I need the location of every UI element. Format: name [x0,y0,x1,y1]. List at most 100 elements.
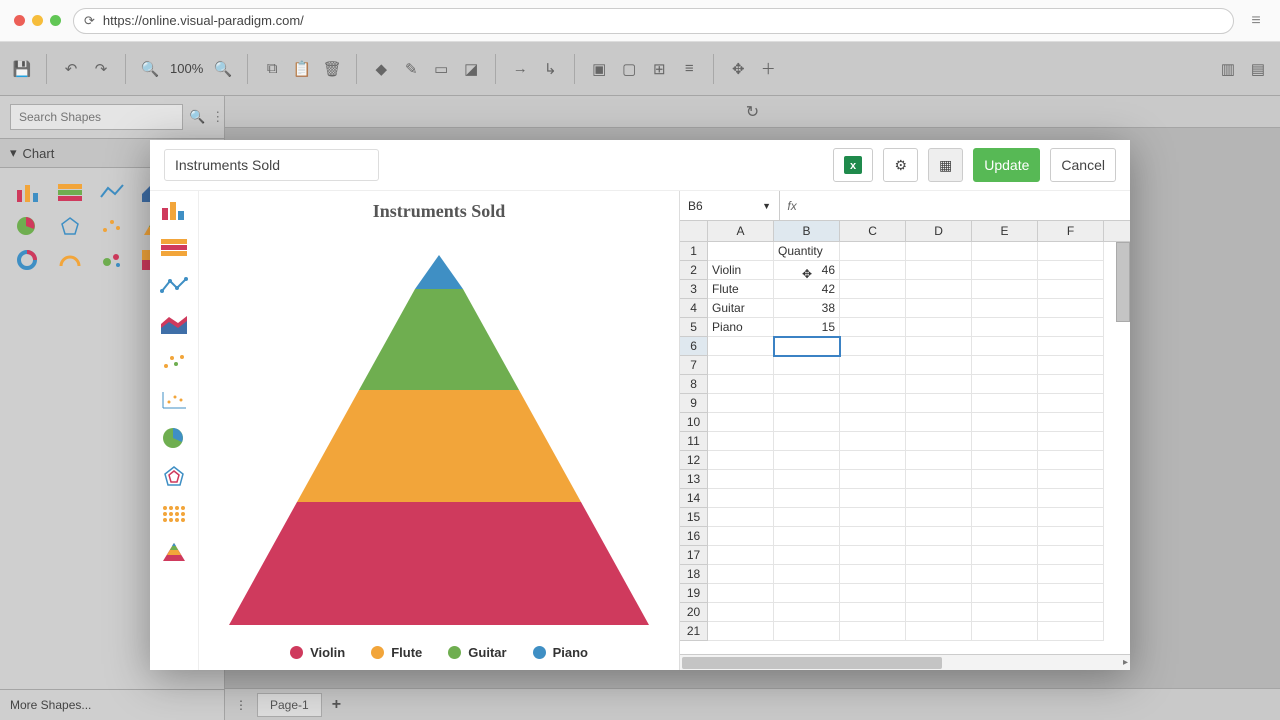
cell[interactable] [840,622,906,641]
charttype-dots-icon[interactable] [160,503,188,525]
cell[interactable] [1038,318,1104,337]
table-row[interactable]: 11 [680,432,1130,451]
palette-bar-icon[interactable] [16,182,40,202]
minimize-window-icon[interactable] [32,15,43,26]
cell[interactable] [840,413,906,432]
cell[interactable] [708,546,774,565]
update-button[interactable]: Update [973,148,1040,182]
line-color-icon[interactable]: ✎ [399,57,423,81]
reload-icon[interactable]: ⟳ [84,13,95,29]
table-row[interactable]: 17 [680,546,1130,565]
table-row[interactable]: 3Flute42 [680,280,1130,299]
cell[interactable] [708,508,774,527]
cell[interactable] [1038,280,1104,299]
delete-icon[interactable]: 🗑 [320,57,344,81]
cell[interactable] [1038,451,1104,470]
row-header[interactable]: 20 [680,603,708,622]
add-icon[interactable]: ＋ [756,57,780,81]
row-header[interactable]: 7 [680,356,708,375]
cell[interactable] [1038,603,1104,622]
browser-menu-icon[interactable]: ≡ [1246,12,1266,30]
cell[interactable] [708,413,774,432]
cell[interactable] [840,489,906,508]
cell[interactable] [1038,508,1104,527]
cell[interactable] [840,356,906,375]
cell[interactable] [1038,489,1104,508]
cell[interactable] [840,375,906,394]
table-row[interactable]: 6 [680,337,1130,356]
url-input[interactable] [103,13,1223,28]
table-row[interactable]: 1Quantity [680,242,1130,261]
cell[interactable] [972,413,1038,432]
charttype-pyramid-icon[interactable] [160,541,188,563]
sidebar-menu-icon[interactable]: ⋮ [211,109,224,125]
cell[interactable] [972,603,1038,622]
charttype-column-icon[interactable] [160,199,188,221]
cell[interactable] [708,603,774,622]
cell[interactable] [840,394,906,413]
horizontal-scrollbar[interactable]: ▸ [680,654,1130,670]
maximize-window-icon[interactable] [50,15,61,26]
cell[interactable] [774,375,840,394]
data-spreadsheet[interactable]: B6 ▼ fx A B C D E F ✥ 1Quantity2Violin46… [679,191,1130,670]
cell[interactable] [708,489,774,508]
cell[interactable] [906,337,972,356]
cell[interactable] [906,394,972,413]
palette-gauge-icon[interactable] [58,250,82,270]
cell[interactable]: Guitar [708,299,774,318]
charttype-scatter-axis-icon[interactable] [160,389,188,411]
shape-style-icon[interactable]: ▭ [429,57,453,81]
cell[interactable] [1038,261,1104,280]
row-header[interactable]: 8 [680,375,708,394]
cell[interactable] [972,318,1038,337]
cell[interactable] [906,470,972,489]
panel-toggle-2-icon[interactable]: ▤ [1246,57,1270,81]
row-header[interactable]: 11 [680,432,708,451]
cell[interactable] [840,261,906,280]
cell[interactable] [972,451,1038,470]
row-header[interactable]: 12 [680,451,708,470]
row-header[interactable]: 18 [680,565,708,584]
save-icon[interactable]: 💾 [10,57,34,81]
col-header-F[interactable]: F [1038,221,1104,241]
row-header[interactable]: 21 [680,622,708,641]
cell[interactable] [972,565,1038,584]
cell[interactable] [708,584,774,603]
cell[interactable]: Flute [708,280,774,299]
cell[interactable] [708,337,774,356]
cell[interactable] [1038,299,1104,318]
row-header[interactable]: 17 [680,546,708,565]
cell[interactable] [972,432,1038,451]
cell[interactable] [840,527,906,546]
cell[interactable] [774,337,840,356]
cell[interactable] [1038,356,1104,375]
cell[interactable] [774,508,840,527]
col-header-D[interactable]: D [906,221,972,241]
dropdown-icon[interactable]: ▼ [762,201,771,211]
cell[interactable] [1038,546,1104,565]
cell[interactable] [840,546,906,565]
cell[interactable] [840,337,906,356]
cell[interactable] [906,261,972,280]
cell[interactable] [774,565,840,584]
cell[interactable] [1038,242,1104,261]
palette-radar-icon[interactable] [58,216,82,236]
cell[interactable] [906,356,972,375]
cell[interactable] [840,432,906,451]
cell[interactable]: 38 [774,299,840,318]
settings-button[interactable]: ⚙ [883,148,918,182]
row-header[interactable]: 4 [680,299,708,318]
row-header[interactable]: 14 [680,489,708,508]
toggle-grid-button[interactable]: ▦ [928,148,963,182]
charttype-radar-icon[interactable] [160,465,188,487]
table-row[interactable]: 2Violin46 [680,261,1130,280]
cell[interactable] [774,451,840,470]
row-header[interactable]: 16 [680,527,708,546]
cell[interactable] [1038,584,1104,603]
select-icon[interactable]: ✥ [726,57,750,81]
palette-stacked-bar-icon[interactable] [58,182,82,202]
charttype-line-icon[interactable] [160,275,188,297]
palette-scatter-icon[interactable] [100,216,124,236]
cell[interactable] [972,508,1038,527]
cell[interactable] [906,413,972,432]
